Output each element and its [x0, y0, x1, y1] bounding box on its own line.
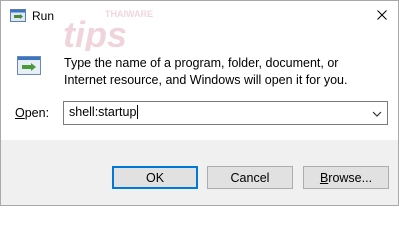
window-title: Run [32, 9, 55, 23]
browse-mnemonic: B [319, 170, 329, 185]
close-icon [377, 9, 387, 23]
browse-button[interactable]: Browse... [303, 166, 389, 189]
thaiware-tips-watermark: THAIWARE tips [61, 7, 173, 55]
run-dialog: Run THAIWARE tips Type the name of a pro… [0, 0, 399, 206]
run-icon [17, 56, 41, 76]
title-bar[interactable]: Run THAIWARE tips [1, 1, 398, 55]
svg-text:tips: tips [63, 14, 127, 51]
open-input[interactable]: shell:startup [69, 105, 139, 119]
cancel-button[interactable]: Cancel [207, 166, 293, 189]
svg-text:THAIWARE: THAIWARE [105, 9, 153, 19]
browse-label: rowse... [328, 170, 373, 185]
open-label-mnemonic: O [15, 106, 25, 120]
run-app-icon [10, 9, 26, 23]
open-label-text: pen: [24, 106, 50, 120]
ok-button[interactable]: OK [112, 166, 198, 189]
button-bar: OK Cancel Browse... [1, 140, 398, 205]
close-button[interactable] [366, 1, 398, 31]
dialog-description: Type the name of a program, folder, docu… [64, 56, 348, 87]
chevron-down-icon[interactable] [371, 108, 383, 118]
open-label: Open: [15, 106, 49, 120]
open-combobox[interactable]: shell:startup [63, 101, 388, 125]
